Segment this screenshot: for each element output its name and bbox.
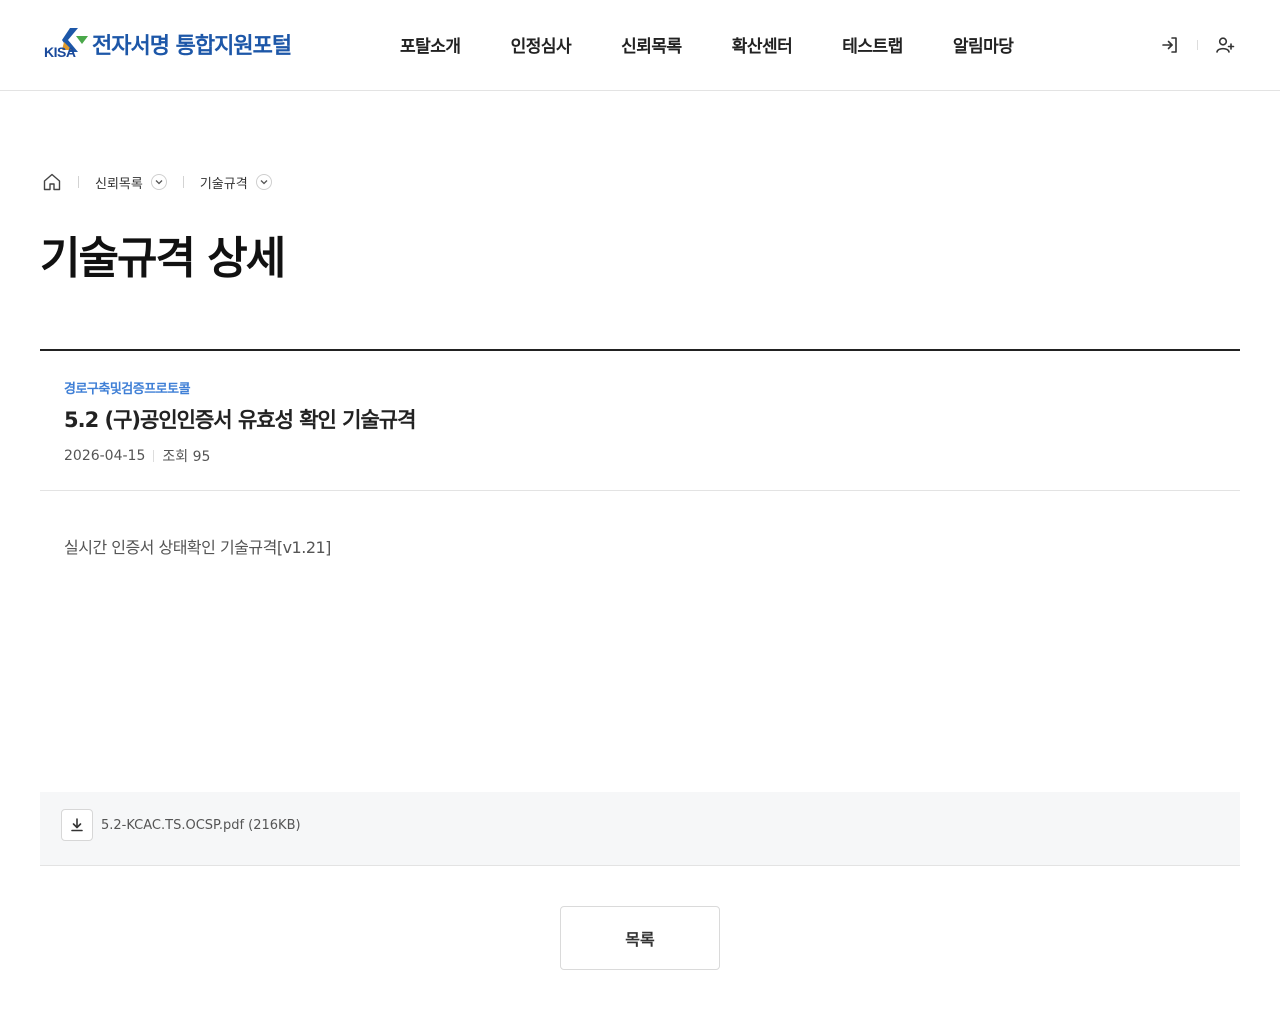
nav-item-accreditation[interactable]: 인정심사 [511,32,572,57]
site-header: KISA 전자서명 통합지원포털 포탈소개 인정심사 신뢰목록 확산센터 테스트… [0,0,1280,91]
site-logo-title: 전자서명 통합지원포털 [92,34,292,59]
breadcrumb-item-trust-list[interactable]: 신뢰목록 [95,173,167,192]
breadcrumb-label: 신뢰목록 [95,176,143,192]
breadcrumb-divider [78,176,79,188]
breadcrumb: 신뢰목록 기술규격 [42,171,272,193]
home-icon[interactable] [42,172,62,192]
article-divider [40,490,1240,491]
chevron-down-icon[interactable] [150,174,167,190]
meta-divider [153,450,155,462]
logo-kisa-text: KISA [44,44,76,60]
article-top-border [40,349,1240,351]
download-icon[interactable] [61,809,93,841]
attachment-item[interactable]: 5.2-KCAC.TS.OCSP.pdf (216KB) [61,809,301,841]
kisa-logo-mark: KISA [42,26,90,62]
breadcrumb-label: 기술규격 [199,176,248,192]
breadcrumb-divider [182,176,184,188]
article-meta: 2026-04-15 조회 95 [64,446,210,466]
page-title: 기술규격 상세 [40,233,286,284]
site-logo[interactable]: KISA 전자서명 통합지원포털 [42,26,292,62]
nav-item-portal-intro[interactable]: 포탈소개 [400,32,461,57]
nav-item-test-lab[interactable]: 테스트랩 [842,32,903,57]
user-plus-icon[interactable] [1214,34,1236,56]
nav-item-expansion-center[interactable]: 확산센터 [732,32,793,57]
utility-menu [1159,34,1236,56]
main-navigation: 포탈소개 인정심사 신뢰목록 확산센터 테스트랩 알림마당 [400,32,1063,57]
article-title: 5.2 (구)공인인증서 유효성 확인 기술규격 [64,408,416,432]
utility-divider [1197,40,1198,50]
article-date: 2026-04-15 [64,448,146,464]
article-content: 실시간 인증서 상태확인 기술규격[v1.21] [64,538,331,557]
list-button[interactable]: 목록 [560,906,720,970]
breadcrumb-item-tech-spec[interactable]: 기술규격 [200,173,272,192]
article-category: 경로구축및검증프로토콜 [64,382,191,397]
article-views: 조회 95 [162,449,211,465]
attachment-filename[interactable]: 5.2-KCAC.TS.OCSP.pdf (216KB) [101,818,301,833]
attachment-box: 5.2-KCAC.TS.OCSP.pdf (216KB) [40,792,1240,866]
nav-item-notice[interactable]: 알림마당 [953,32,1014,57]
chevron-down-icon[interactable] [255,174,272,190]
nav-item-trust-list[interactable]: 신뢰목록 [621,32,682,57]
login-icon[interactable] [1159,34,1181,56]
